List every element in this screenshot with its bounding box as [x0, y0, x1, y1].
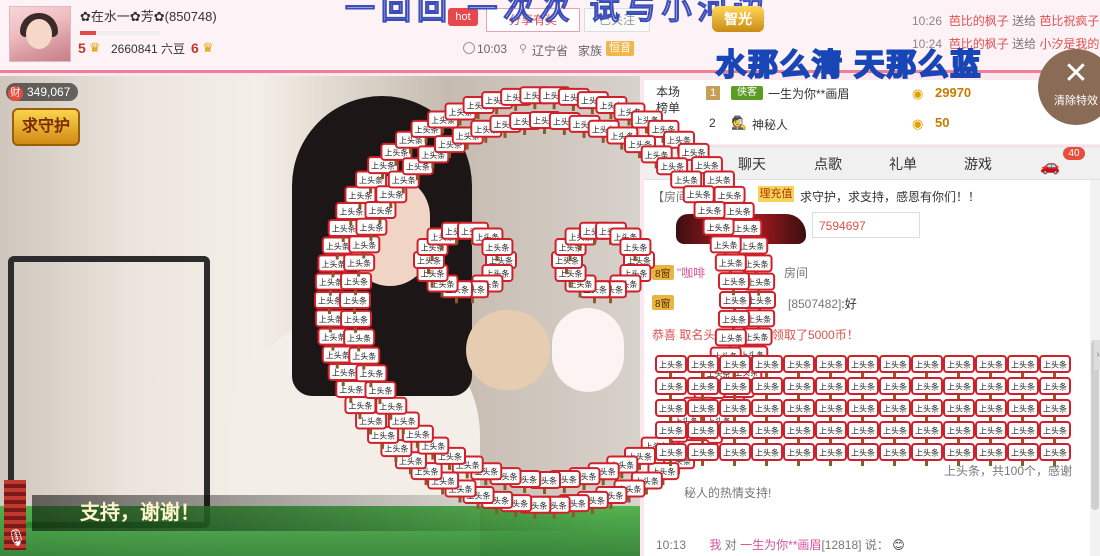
microphone-icon[interactable]: 🎙 — [6, 528, 26, 548]
gift-feed-item: 10:26 芭比的枫子 送给 芭比祝疯子 — [912, 14, 1100, 28]
wealth-badge: 财 349,067 — [6, 83, 79, 101]
rank-number: 1 — [706, 86, 720, 100]
chat-message-text: 上头条，共100个，感谢 — [944, 464, 1073, 478]
live-video[interactable] — [0, 76, 640, 556]
family-label: 家族 — [578, 44, 603, 58]
rank-number: 2 — [709, 116, 716, 130]
chat-message-text: 求守护，求支持，感恩有你们！！ — [800, 190, 981, 204]
chat-message: 恭喜 取名头 — [652, 328, 716, 342]
chat-message: 神秘人 — [672, 359, 709, 373]
fans-count: 2660841 六豆 — [111, 42, 186, 56]
chat-message-text: **画眉 送 — [770, 359, 819, 373]
close-icon: ✕ — [1063, 57, 1089, 90]
coin-icon: ◉ — [912, 116, 924, 131]
live-time: 10:03 — [477, 42, 508, 56]
chat-message-text: 秘人的热情支持! — [684, 486, 772, 500]
chat-message-text: 房间 — [784, 266, 809, 280]
car-image — [676, 214, 806, 244]
chat-message: 8窗 — [652, 295, 674, 310]
rank-badge: 侠客 — [731, 86, 763, 100]
recharge-button[interactable]: 理充值 — [758, 186, 794, 202]
anchor-level: 5 — [78, 40, 86, 56]
tab-game[interactable]: 游戏 — [964, 154, 992, 174]
family-tag[interactable]: 恒音 — [606, 41, 634, 56]
video-caption: 支持，谢谢！ — [32, 495, 600, 531]
guard-button[interactable]: 求守护 — [12, 108, 80, 146]
car-id: 7594697 — [812, 212, 920, 238]
mystery-user-icon: 🕵 — [731, 115, 748, 130]
wealth-level: 6 — [191, 40, 199, 56]
emoji-icon: 😊 — [892, 538, 905, 552]
location-icon: ⚲ — [519, 43, 528, 55]
tab-song[interactable]: 点歌 — [814, 154, 842, 174]
tab-gift-list[interactable]: 礼单 — [889, 154, 917, 174]
rank-score: 29970 — [935, 85, 972, 100]
lyric-banner: 水那么清 天那么蓝 — [715, 48, 983, 83]
tab-count-badge: 40 — [1063, 147, 1085, 160]
wealth-icon: 财 — [8, 86, 23, 101]
location: 辽宁省 — [532, 44, 569, 58]
chat-message-text: 值领取了5000币！ — [760, 328, 859, 342]
wealth-value: 349,067 — [27, 85, 71, 99]
chat-message: 8窗 "咖啡 — [652, 264, 705, 281]
rank-user-name[interactable]: 神秘人 — [752, 116, 788, 133]
rank-score: 50 — [935, 115, 950, 130]
clock-icon — [463, 42, 475, 54]
rank-tab[interactable]: 本场榜单 — [656, 84, 688, 116]
side-collapse-button[interactable]: › — [1094, 340, 1100, 370]
anchor-level-progress — [80, 31, 160, 35]
tab-bar — [644, 146, 1100, 180]
chat-message-text: [8507482]:好 — [788, 297, 857, 311]
gold-badge: 智光 — [712, 6, 764, 32]
anchor-name[interactable]: ✿在水一✿芳✿(850748) — [80, 6, 217, 25]
chat-message: 【房间 — [652, 190, 689, 204]
car-icon[interactable]: 🚗 — [1040, 156, 1060, 176]
tab-chat[interactable]: 聊天 — [738, 154, 766, 174]
anchor-avatar[interactable] — [9, 6, 71, 62]
chat-message: 10:13 我 对 一生为你**画眉[12818] 说： 😊 — [656, 538, 905, 552]
crown-icon: ♛ — [202, 40, 214, 55]
crown-icon: ♛ — [89, 40, 101, 55]
scrolling-banner-text: 一回回 一次次 试与小河边 — [345, 0, 770, 27]
coin-icon: ◉ — [912, 86, 924, 101]
rank-user-name[interactable]: 一生为你**画眉 — [768, 85, 849, 102]
